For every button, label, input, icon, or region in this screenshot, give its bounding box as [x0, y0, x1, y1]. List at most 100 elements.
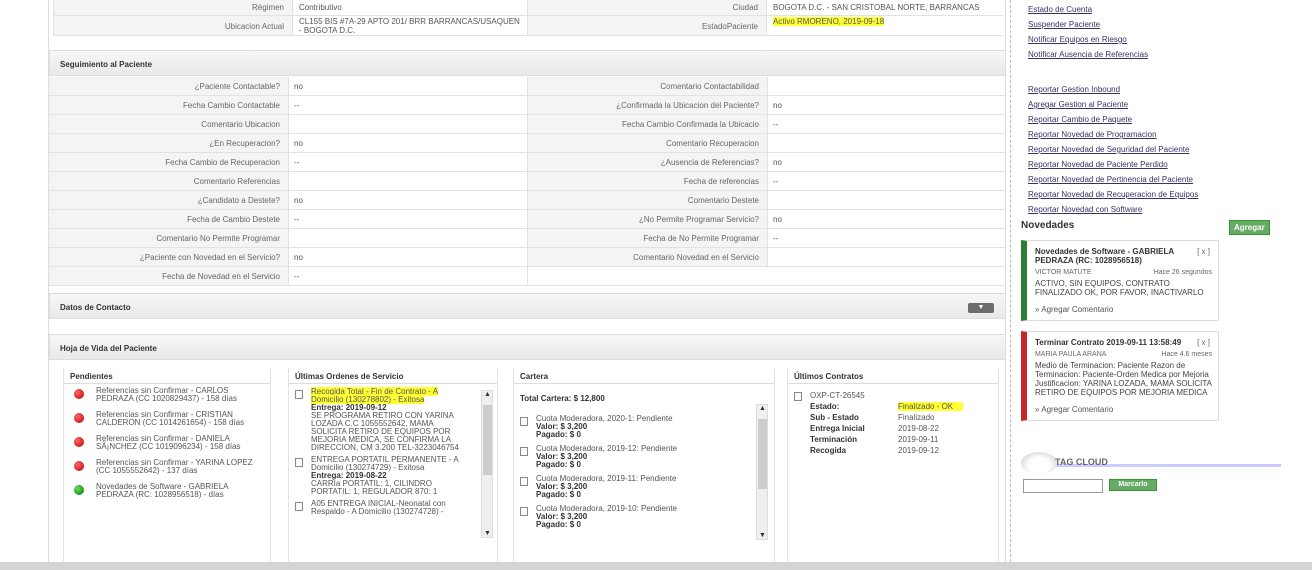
cartera-item[interactable]: Cuota Moderadora, 2020-1: Pendiente Valor… [514, 409, 774, 439]
horizontal-scrollbar[interactable] [0, 562, 1312, 570]
pending-text[interactable]: Novedades de Software - GABRIELA PEDRAZA… [96, 483, 264, 499]
scroll-down-icon[interactable]: ▼ [759, 532, 766, 539]
scroll-thumb[interactable] [483, 405, 492, 475]
order-item[interactable]: ENTREGA PORTATIL PERMANENTE - A Domicili… [289, 452, 497, 496]
card-author: VICTOR MATUTE [1035, 269, 1092, 276]
field-label: Comentario Recuperacion [528, 134, 768, 152]
pending-text[interactable]: Referencias sin Confirmar - CARLOS PEDRA… [96, 387, 264, 403]
sidebar-link[interactable]: Reportar Cambio de Paquete [1028, 115, 1198, 130]
order-item[interactable]: Recogida Total - Fin de Contrato - A Dom… [289, 384, 497, 452]
sidebar-link[interactable]: Reportar Novedad de Programacion [1028, 130, 1198, 145]
field-label: ¿No Permite Programar Servicio? [528, 210, 768, 228]
red-status-icon [74, 437, 84, 447]
seguimiento-row: Fecha Cambio de Recuperacion -- ¿Ausencia … [49, 153, 1005, 172]
list-item[interactable]: Referencias sin Confirmar - DANIELA SÃ¡N… [64, 432, 270, 456]
scroll-down-icon[interactable]: ▼ [484, 530, 491, 537]
ordenes-scrollbar[interactable]: ▲ ▼ [481, 390, 493, 538]
document-icon [520, 447, 528, 456]
list-item[interactable]: Referencias sin Confirmar - CRISTIAN CAL… [64, 408, 270, 432]
field-label [528, 267, 768, 285]
seguimiento-row: Fecha Cambio Contactable -- ¿Confirmada la… [49, 96, 1005, 115]
sidebar-link[interactable]: Notificar Equipos en Riesgo [1028, 35, 1198, 50]
sidebar-link[interactable]: Reportar Gestion Inbound [1028, 85, 1198, 100]
pendientes-panel: Pendientes Referencias sin Confirmar - C… [63, 368, 271, 562]
close-icon[interactable]: [ x ] [1197, 247, 1210, 256]
field-value: no [768, 153, 1005, 171]
scroll-up-icon[interactable]: ▲ [759, 405, 766, 412]
close-icon[interactable]: [ x ] [1197, 338, 1210, 347]
seguimiento-header[interactable]: Seguimiento al Paciente [49, 50, 1005, 76]
document-icon [520, 417, 528, 426]
cartera-item[interactable]: Cuota Moderadora, 2019-11: Pendiente Valo… [514, 469, 774, 499]
cartera-scrollbar[interactable]: ▲ ▼ [756, 404, 768, 540]
seguimiento-row: ¿Paciente con Novedad en el Servicio? no C… [49, 248, 1005, 267]
order-detail: SE PROGRAMA RETIRO CON YARINA LOZADA C.C… [311, 411, 459, 452]
add-comment-link[interactable]: » Agregar Comentario [1035, 405, 1212, 414]
contract-field-label: Estado: [810, 402, 840, 411]
field-label: Comentario Contactabilidad [528, 77, 768, 95]
card-body: ACTIVO, SIN EQUIPOS, CONTRATO FINALIZADO… [1035, 279, 1204, 297]
tag-input[interactable] [1023, 479, 1103, 493]
document-icon [295, 502, 303, 511]
cartera-pagado: Pagado: $ 0 [536, 461, 726, 469]
cartera-pagado: Pagado: $ 0 [536, 431, 726, 439]
sidebar-link[interactable]: Estado de Cuenta [1028, 5, 1198, 20]
seguimiento-title: Seguimiento al Paciente [60, 60, 153, 69]
datos-contacto-header[interactable]: Datos de Contacto ▼ [49, 293, 1005, 319]
ordenes-list: Recogida Total - Fin de Contrato - A Dom… [289, 384, 497, 534]
sidebar-link[interactable]: Suspender Paciente [1028, 20, 1198, 35]
cartera-pagado: Pagado: $ 0 [536, 521, 726, 529]
cartera-text: Cuota Moderadora, 2019-12: Pendiente Valo… [536, 445, 726, 469]
contract-item[interactable]: OXP-CT-26545 Estado: Finalizado - OK Sub -… [788, 384, 998, 456]
sidebar-link[interactable]: Reportar Novedad de Recuperacion de Equi… [1028, 190, 1198, 205]
field-value: -- [289, 210, 528, 228]
marcarlo-button[interactable]: Marcarlo [1109, 479, 1157, 491]
field-value: -- [768, 172, 1005, 190]
list-item[interactable]: Referencias sin Confirmar - CARLOS PEDRA… [64, 384, 270, 408]
order-head[interactable]: ENTREGA PORTATIL PERMANENTE - A Domicili… [311, 455, 458, 472]
card-body: Medio de Terminacion: Paciente Razon de … [1035, 361, 1212, 397]
contract-field-value: Finalizado - OK [898, 401, 964, 412]
order-head[interactable]: Recogida Total - Fin de Contrato - A Dom… [311, 387, 439, 404]
card-time: Hace 4.6 meses [1161, 351, 1212, 358]
pending-text[interactable]: Referencias sin Confirmar - DANIELA SÃ¡N… [96, 435, 264, 451]
order-head[interactable]: A05 ENTREGA INICIAL-Neonatal con Respald… [311, 499, 446, 516]
field-label: Comentario Novedad en el Servicio [528, 248, 768, 266]
contract-field-label: Terminación [810, 435, 857, 444]
scroll-up-icon[interactable]: ▲ [484, 391, 491, 398]
field-value: -- [289, 96, 528, 114]
sidebar-link[interactable]: Notificar Ausencia de Referencias [1028, 50, 1198, 65]
expand-toggle-button[interactable]: ▼ [968, 303, 994, 313]
agregar-button[interactable]: Agregar [1229, 220, 1270, 235]
add-comment-link[interactable]: » Agregar Comentario [1035, 305, 1212, 314]
regimen-value: Contributivo [299, 3, 342, 12]
sidebar-link[interactable]: Reportar Novedad de Paciente Perdido [1028, 160, 1198, 175]
regimen-label: Régimen [53, 0, 293, 15]
list-item[interactable]: Referencias sin Confirmar - YARINA LOPEZ… [64, 456, 270, 480]
novedad-card: Novedades de Software - GABRIELA PEDRAZA… [1021, 240, 1219, 321]
order-item[interactable]: A05 ENTREGA INICIAL-Neonatal con Respald… [289, 496, 497, 516]
estado-paciente-label: EstadoPaciente [527, 16, 767, 35]
red-status-icon [74, 389, 84, 399]
cartera-title: Cartera [514, 368, 774, 384]
field-value: -- [768, 229, 1005, 247]
contract-field-value: 2019-09-11 [898, 434, 938, 445]
pending-text[interactable]: Referencias sin Confirmar - CRISTIAN CAL… [96, 411, 264, 427]
field-value: no [289, 248, 528, 266]
list-item[interactable]: Novedades de Software - GABRIELA PEDRAZA… [64, 480, 270, 504]
field-value: no [289, 77, 528, 95]
sidebar-link[interactable]: Reportar Novedad con Software [1028, 205, 1198, 220]
sidebar-link[interactable]: Agregar Gestion al Paciente [1028, 100, 1198, 115]
sidebar-link[interactable]: Reportar Novedad de Pertinencia del Paci… [1028, 175, 1198, 190]
pending-text[interactable]: Referencias sin Confirmar - YARINA LOPEZ… [96, 459, 264, 475]
field-value [768, 267, 1005, 285]
datos-contacto-title: Datos de Contacto [60, 303, 131, 312]
sidebar-link[interactable]: Reportar Novedad de Seguridad del Pacien… [1028, 145, 1198, 160]
cartera-item[interactable]: Cuota Moderadora, 2019-10: Pendiente Valo… [514, 499, 774, 529]
hoja-vida-header[interactable]: Hoja de Vida del Paciente [49, 334, 1005, 360]
cartera-item[interactable]: Cuota Moderadora, 2019-12: Pendiente Valo… [514, 439, 774, 469]
estado-paciente-value: Activo RMORENO, 2019-09-18 [767, 16, 1001, 35]
red-status-icon [74, 461, 84, 471]
document-icon [520, 477, 528, 486]
scroll-thumb[interactable] [758, 419, 767, 489]
